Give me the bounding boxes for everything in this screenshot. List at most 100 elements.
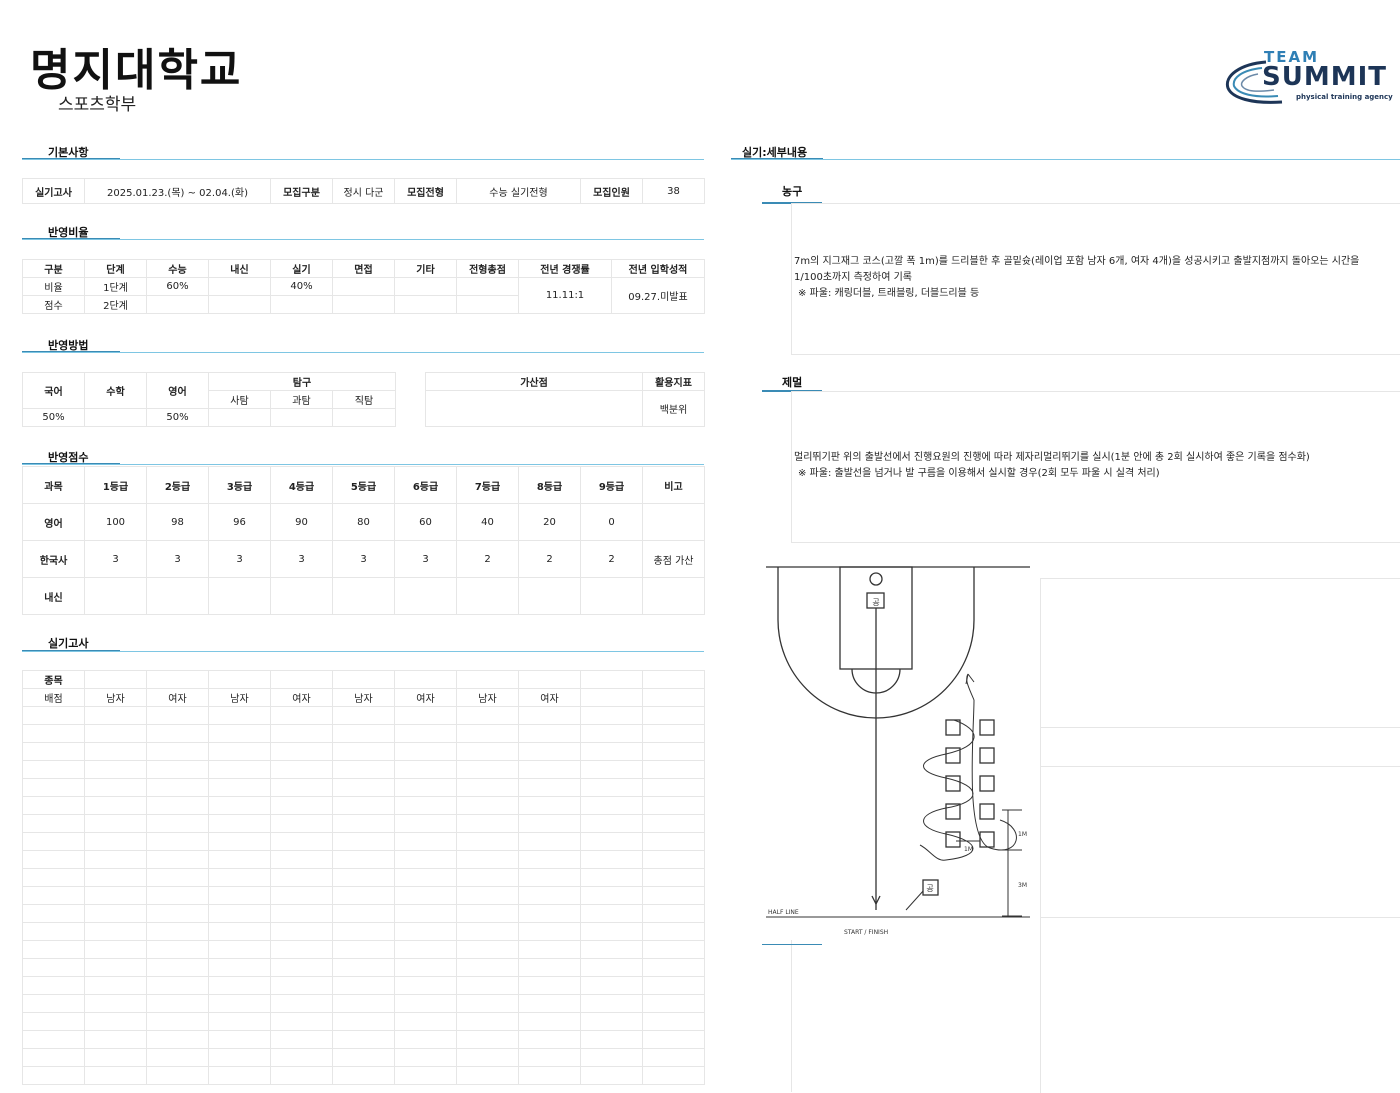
ratio-header: 전년 경쟁률: [518, 259, 612, 278]
practical-cell: [208, 850, 271, 869]
group-value: 정시 다군: [332, 178, 395, 204]
practical-cell: [270, 904, 333, 923]
practical-cell: [518, 796, 581, 815]
practical-cell: [456, 994, 519, 1013]
ratio-header: 기타: [394, 259, 457, 278]
practical-cell: [518, 724, 581, 743]
practical-cell: [208, 904, 271, 923]
practical-table: 종목 배점 남자 여자 남자 여자 남자 여자 남자 여자: [22, 670, 705, 1085]
score-header: 비고: [642, 466, 705, 504]
practical-cell: [208, 814, 271, 833]
dimension-1m-label: 1M: [1018, 831, 1027, 838]
score-cell: 내신: [22, 577, 85, 615]
practical-cell: [270, 742, 333, 761]
practical-cell: [456, 940, 519, 959]
practical-cell: [208, 1048, 271, 1067]
hoop-icon: [869, 572, 883, 586]
cone-icon: [979, 747, 995, 764]
panel-divider: [1041, 727, 1400, 728]
practical-cell: [270, 706, 333, 725]
page-title: 명지대학교: [30, 45, 243, 96]
score-header: 6등급: [394, 466, 457, 504]
dimension-3m-label: 3M: [1018, 882, 1027, 889]
exam-value: 2025.01.23.(목) ~ 02.04.(화): [84, 178, 271, 204]
score-cell: 3: [332, 540, 395, 578]
basketball-panel: 7m의 지그재그 코스(고깔 폭 1m)를 드리블한 후 골밑슛(레이업 포함 …: [791, 203, 1400, 355]
practical-cell: [22, 994, 85, 1013]
practical-cell: [22, 976, 85, 995]
empty-cell: [642, 688, 705, 707]
practical-cell: [270, 760, 333, 779]
practical-cell: [580, 904, 643, 923]
practical-cell: [394, 904, 457, 923]
practical-cell: [270, 976, 333, 995]
practical-cell: [146, 904, 209, 923]
practical-cell: [208, 706, 271, 725]
practical-cell: [518, 904, 581, 923]
score-cell: [146, 577, 209, 615]
practical-cell: [580, 868, 643, 887]
practical-cell: [642, 958, 705, 977]
score-cell: 90: [270, 503, 333, 541]
practical-cell: [84, 1030, 147, 1049]
practical-cell: [22, 850, 85, 869]
practical-cell: [642, 814, 705, 833]
practical-cell: [642, 706, 705, 725]
practical-cell: [270, 832, 333, 851]
score-cell: 98: [146, 503, 209, 541]
practical-cell: [270, 940, 333, 959]
score-cell: [642, 503, 705, 541]
practical-cell: [394, 886, 457, 905]
practical-cell: [22, 742, 85, 761]
practical-cell: [394, 1012, 457, 1031]
practical-cell: [332, 778, 395, 797]
practical-cell: [394, 742, 457, 761]
practical-cell: [642, 940, 705, 959]
practical-cell: [146, 994, 209, 1013]
practical-cell: [456, 958, 519, 977]
cone-icon: [945, 719, 961, 736]
empty-cell: [580, 670, 643, 689]
practical-cell: [146, 724, 209, 743]
score-cell: 영어: [22, 503, 85, 541]
practical-cell: [84, 1048, 147, 1067]
score-header: 5등급: [332, 466, 395, 504]
section-rule: [22, 352, 704, 353]
practical-cell: [270, 850, 333, 869]
practical-cell: [642, 904, 705, 923]
gender-col: 여자: [146, 688, 209, 707]
practical-cell: [580, 1066, 643, 1085]
practical-cell: [518, 922, 581, 941]
practical-cell: [518, 850, 581, 869]
score-cell: 80: [332, 503, 395, 541]
practical-cell: [518, 706, 581, 725]
practical-cell: [642, 868, 705, 887]
section-rule: [731, 159, 1400, 160]
practical-cell: [456, 796, 519, 815]
practical-cell: [580, 958, 643, 977]
practical-cell: [580, 1048, 643, 1067]
method-math-value: [84, 408, 147, 427]
score-cell: [518, 577, 581, 615]
empty-cell: [270, 670, 333, 689]
practical-cell: [580, 724, 643, 743]
practical-cell: [22, 778, 85, 797]
basketball-title: 농구: [782, 185, 803, 198]
empty-cell: [642, 670, 705, 689]
summit-logo: TEAM SUMMIT physical training agency: [1222, 46, 1398, 112]
practical-cell: [642, 1030, 705, 1049]
zigzag-path: [919, 673, 1017, 861]
score-cell: [456, 577, 519, 615]
practical-cell: [394, 1048, 457, 1067]
practical-cell: [22, 706, 85, 725]
practical-cell: [580, 1012, 643, 1031]
practical-cell: [332, 1012, 395, 1031]
practical-cell: [394, 922, 457, 941]
quota-value: 38: [642, 178, 705, 204]
section-rule: [22, 464, 704, 465]
practical-cell: [394, 760, 457, 779]
score-cell: 3: [208, 540, 271, 578]
score-cell: [208, 577, 271, 615]
practical-cell: [456, 976, 519, 995]
practical-cell: [642, 1048, 705, 1067]
